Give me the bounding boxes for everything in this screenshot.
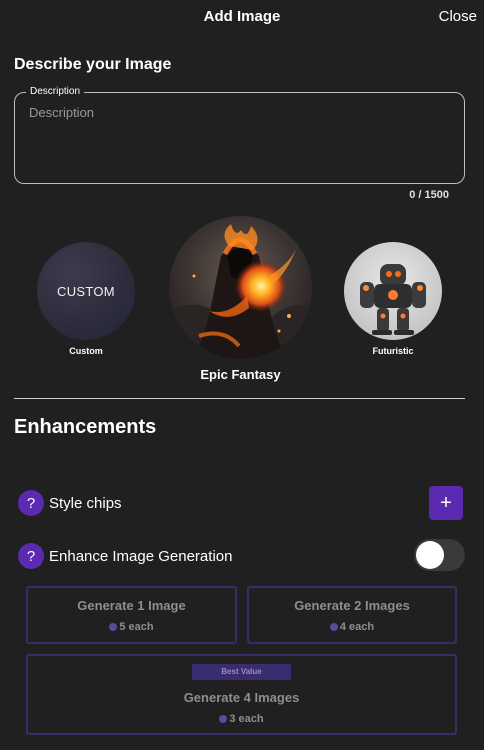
enhance-help-icon[interactable]: ?: [18, 543, 44, 569]
credit-coin-icon: [329, 623, 338, 631]
generate-1-cost-text: 5 each: [119, 621, 154, 633]
generate-4-cost-text: 3 each: [229, 713, 264, 725]
futuristic-image: [344, 242, 442, 340]
enhance-row: ? Enhance Image Generation: [18, 543, 232, 569]
style-option-custom[interactable]: CUSTOM Custom: [37, 242, 135, 356]
generate-4-title: Generate 4 Images: [183, 690, 300, 705]
char-count: 0 / 1500: [409, 189, 449, 201]
enhance-label: Enhance Image Generation: [49, 547, 233, 565]
futuristic-thumbnail[interactable]: [344, 242, 442, 340]
custom-style-circle[interactable]: CUSTOM: [37, 242, 135, 340]
best-value-badge: Best Value: [192, 664, 291, 680]
generate-2-cost-text: 4 each: [339, 621, 375, 633]
epic-fantasy-thumbnail[interactable]: [169, 216, 312, 359]
generate-4-button[interactable]: Best Value Generate 4 Images 3 each: [26, 654, 457, 735]
generate-4-cost: 3 each: [28, 713, 455, 725]
generate-1-title: Generate 1 Image: [77, 598, 186, 613]
description-field-label: Description: [26, 86, 85, 97]
close-button[interactable]: Close: [439, 8, 477, 25]
epic-fantasy-image: [169, 216, 312, 359]
style-option-futuristic[interactable]: Futuristic: [344, 242, 442, 356]
enhance-toggle[interactable]: [414, 539, 465, 571]
header-bar: Add Image Close: [0, 0, 484, 36]
add-style-chip-button[interactable]: +: [429, 486, 463, 520]
credit-coin-icon: [219, 715, 228, 723]
style-caption-epic-fantasy: Epic Fantasy: [200, 367, 281, 382]
description-field[interactable]: Description: [14, 86, 465, 184]
style-caption-futuristic: Futuristic: [372, 346, 414, 356]
generate-2-button[interactable]: Generate 2 Images 4 each: [247, 586, 457, 644]
description-input[interactable]: [29, 105, 449, 175]
describe-heading: Describe your Image: [14, 56, 172, 73]
generate-2-cost: 4 each: [249, 621, 455, 633]
style-option-epic-fantasy[interactable]: Epic Fantasy: [169, 216, 312, 382]
custom-circle-label: CUSTOM: [57, 283, 115, 299]
credit-coin-icon: [109, 623, 118, 631]
style-chips-row: ? Style chips: [18, 490, 122, 516]
generate-2-title: Generate 2 Images: [294, 598, 410, 613]
style-chips-label: Style chips: [49, 494, 122, 512]
section-divider: [14, 398, 465, 399]
style-chips-help-icon[interactable]: ?: [18, 490, 44, 516]
generate-1-button[interactable]: Generate 1 Image 5 each: [26, 586, 237, 644]
style-caption-custom: Custom: [69, 346, 103, 356]
page-title: Add Image: [203, 8, 281, 25]
enhance-toggle-knob: [416, 541, 444, 569]
generate-1-cost: 5 each: [28, 621, 235, 633]
enhancements-heading: Enhancements: [14, 416, 157, 438]
